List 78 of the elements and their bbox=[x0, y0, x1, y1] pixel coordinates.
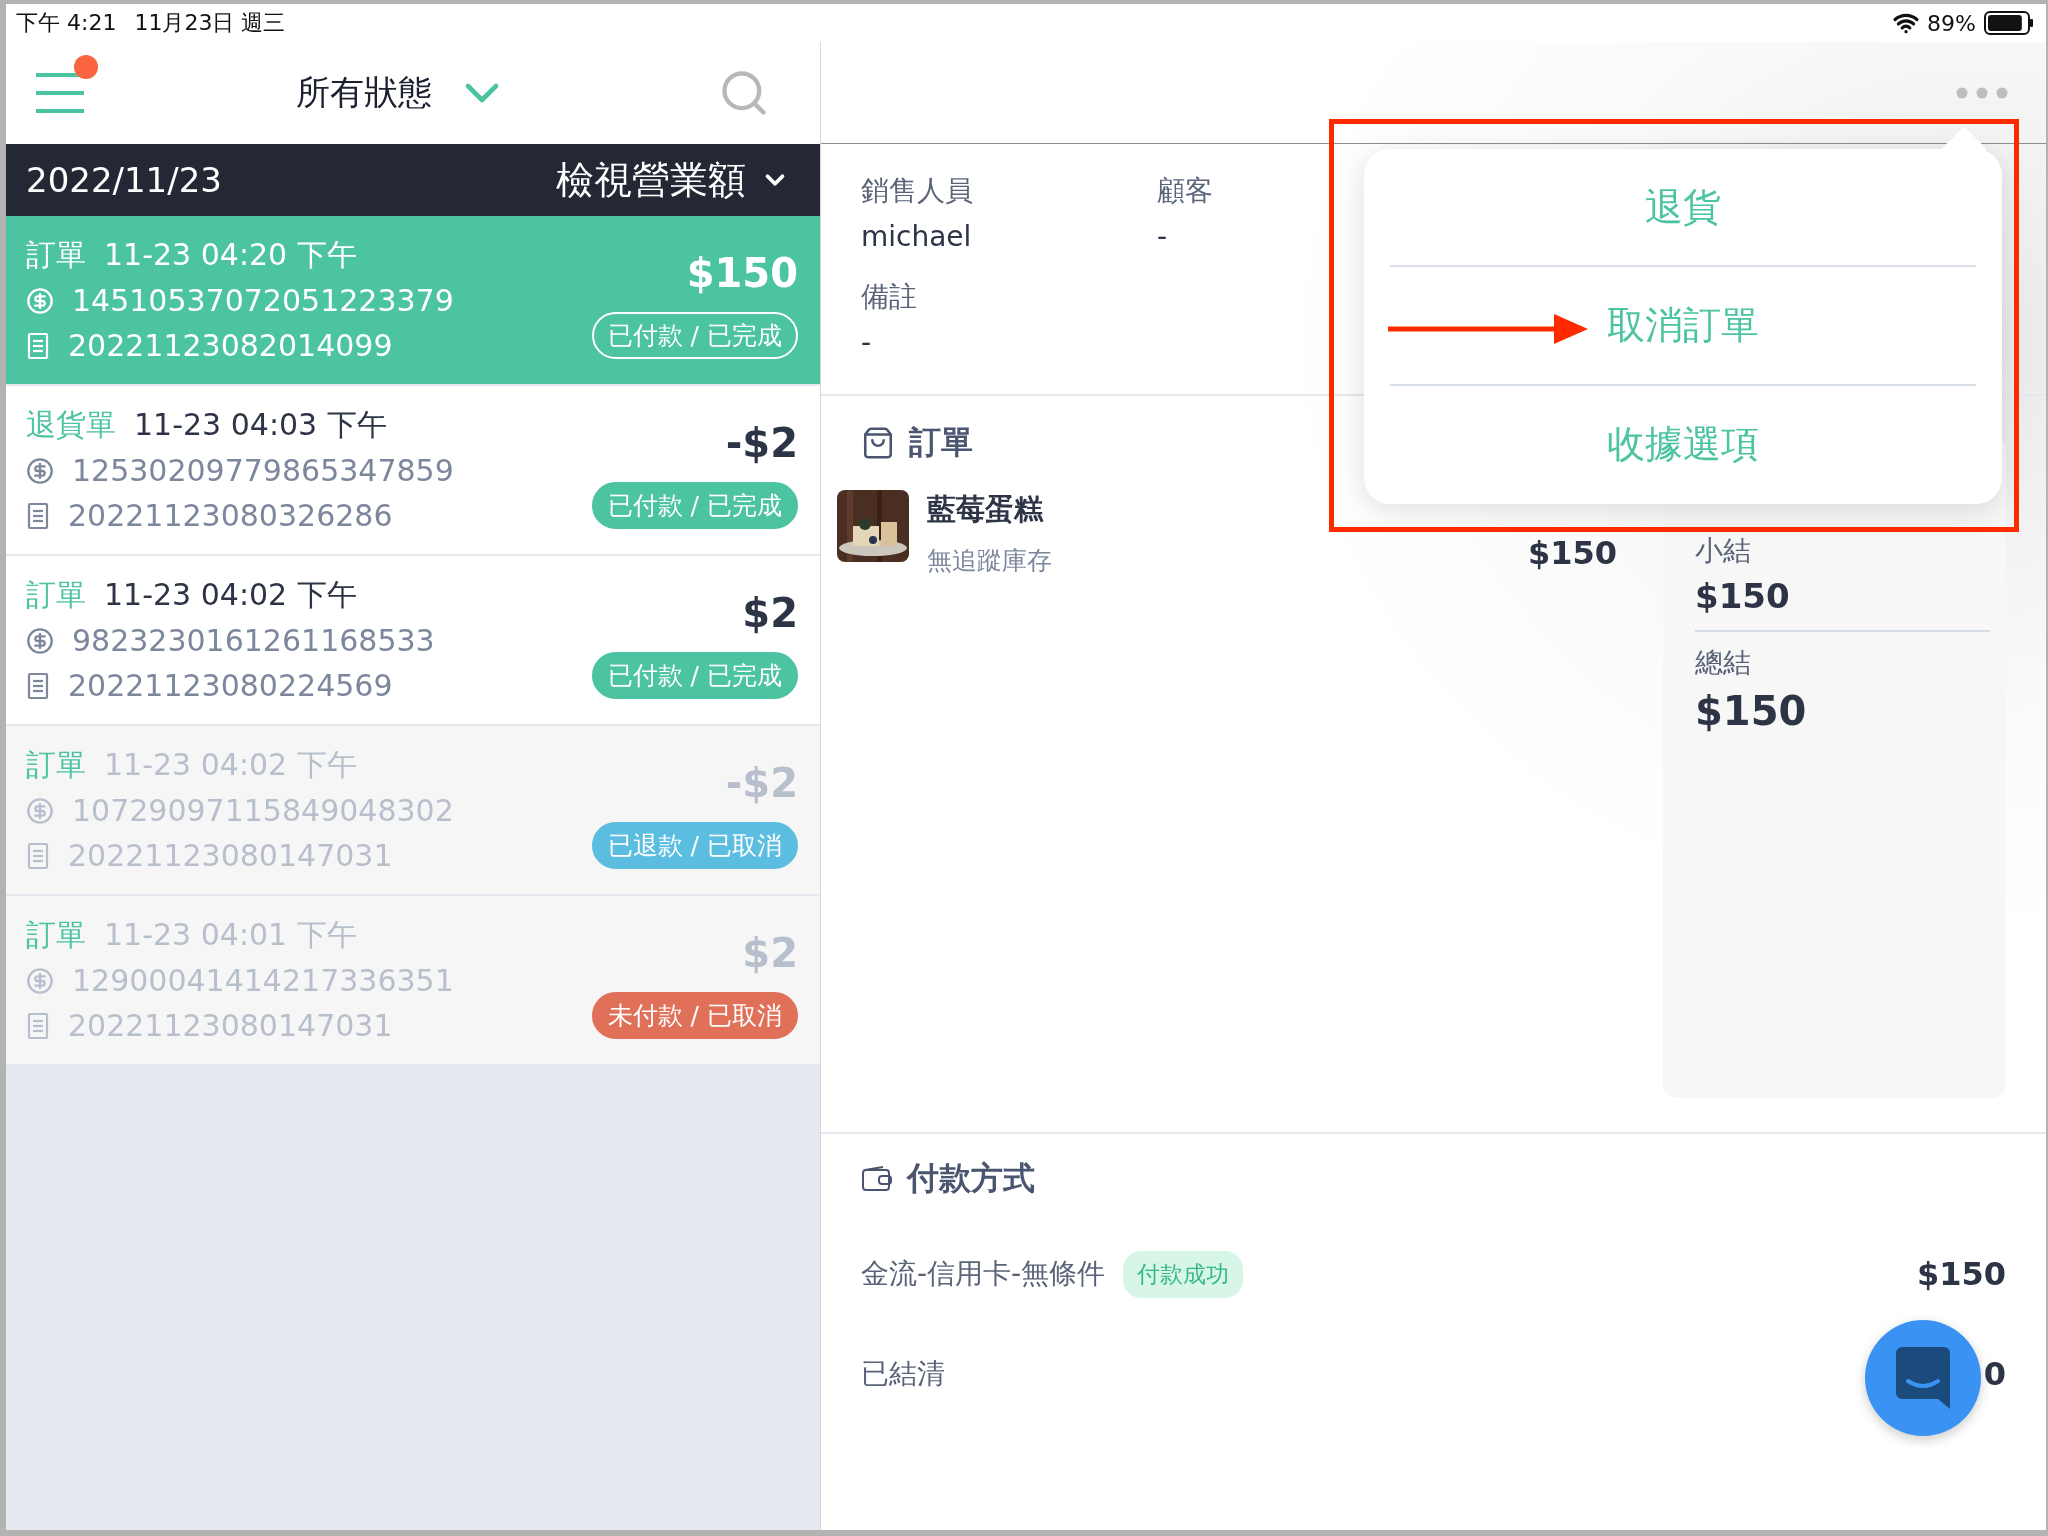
payment-status-badge: 付款成功 bbox=[1123, 1250, 1244, 1298]
settled-label: 已結清 bbox=[861, 1356, 945, 1392]
status-badge: 已付款 / 已完成 bbox=[591, 312, 798, 359]
wallet-icon bbox=[861, 1165, 893, 1193]
status-badge: 已付款 / 已完成 bbox=[591, 482, 798, 529]
item-price: $150 bbox=[1527, 534, 1617, 572]
receipt-icon bbox=[26, 1011, 50, 1040]
order-amount: $2 bbox=[742, 590, 798, 636]
order-number: 20221123080326286 bbox=[68, 498, 393, 533]
receipt-icon bbox=[26, 331, 50, 360]
item-name: 藍莓蛋糕 bbox=[927, 491, 1045, 528]
order-amount: -$2 bbox=[725, 420, 798, 466]
summary-value: $150 bbox=[1695, 688, 1808, 734]
status-time: 下午 4:21 bbox=[16, 9, 117, 37]
order-time: 11-23 04:02 下午 bbox=[104, 746, 357, 784]
receipt-icon bbox=[26, 501, 50, 530]
bag-icon bbox=[861, 426, 895, 460]
order-time: 11-23 04:01 下午 bbox=[104, 916, 357, 954]
settled-amount: 0 bbox=[1983, 1355, 2006, 1393]
payment-amount: $150 bbox=[1916, 1255, 2006, 1293]
dollar-icon bbox=[26, 966, 54, 995]
payment-method: 金流-信用卡-無條件 bbox=[861, 1256, 1106, 1292]
order-type: 訂單 bbox=[26, 236, 86, 274]
order-type: 退貨單 bbox=[26, 406, 116, 444]
order-row[interactable]: 訂單 11-23 04:20 下午 14510537072051223379 20221123082014099 $150 已付款 / 已完成 bbox=[6, 216, 820, 386]
order-amount: $2 bbox=[742, 930, 798, 976]
status-badge: 未付款 / 已取消 bbox=[591, 992, 798, 1039]
field-value: michael bbox=[861, 220, 973, 253]
receipt-icon bbox=[26, 671, 50, 700]
section-title: 付款方式 bbox=[907, 1158, 1035, 1199]
field-value: - bbox=[861, 326, 873, 359]
summary-label: 小結 bbox=[1695, 533, 1752, 569]
order-number: 20221123080224569 bbox=[68, 668, 393, 703]
chat-button[interactable] bbox=[1865, 1320, 1981, 1436]
dollar-icon bbox=[26, 286, 54, 315]
order-row[interactable]: 訂單 11-23 04:02 下午 10729097115849048302 20221123080147031 -$2 已退款 / 已取消 bbox=[6, 726, 820, 896]
view-revenue-button[interactable]: 檢視營業額 bbox=[556, 154, 790, 206]
menu-item[interactable]: 退貨 bbox=[1390, 149, 1976, 268]
dollar-icon bbox=[26, 626, 54, 655]
order-number: 20221123080147031 bbox=[68, 1008, 393, 1043]
status-badge: 已付款 / 已完成 bbox=[591, 652, 798, 699]
order-type: 訂單 bbox=[26, 916, 86, 954]
receipt-icon bbox=[26, 841, 50, 870]
transaction-id: 9823230161261168533 bbox=[72, 623, 435, 658]
order-time: 11-23 04:02 下午 bbox=[104, 576, 357, 614]
order-row[interactable]: 訂單 11-23 04:02 下午 9823230161261168533 20221123080224569 $2 已付款 / 已完成 bbox=[6, 556, 820, 726]
field-label: 備註 bbox=[861, 279, 918, 315]
order-amount: -$2 bbox=[725, 760, 798, 806]
summary-value: $150 bbox=[1695, 576, 1791, 616]
battery-icon bbox=[1984, 11, 2034, 35]
item-note: 無追蹤庫存 bbox=[927, 545, 1053, 577]
order-row[interactable]: 訂單 11-23 04:01 下午 12900041414217336351 20221123080147031 $2 未付款 / 已取消 bbox=[6, 896, 820, 1066]
status-date: 11月23日 週三 bbox=[134, 9, 286, 37]
order-amount: $150 bbox=[686, 250, 798, 296]
order-type: 訂單 bbox=[26, 576, 86, 614]
status-filter[interactable]: 所有狀態 bbox=[296, 65, 510, 121]
transaction-id: 10729097115849048302 bbox=[72, 793, 454, 828]
status-badge: 已退款 / 已取消 bbox=[591, 822, 798, 869]
field-value: - bbox=[1157, 220, 1169, 253]
transaction-id: 14510537072051223379 bbox=[72, 283, 454, 318]
order-time: 11-23 04:20 下午 bbox=[104, 236, 357, 274]
battery-percent: 89% bbox=[1927, 10, 1976, 36]
section-title: 訂單 bbox=[909, 422, 973, 463]
summary-label: 總結 bbox=[1695, 645, 1752, 681]
transaction-id: 12530209779865347859 bbox=[72, 453, 454, 488]
field-label: 銷售人員 bbox=[861, 173, 974, 209]
dollar-icon bbox=[26, 796, 54, 825]
chat-icon bbox=[1896, 1347, 1950, 1409]
date-label: 2022/11/23 bbox=[26, 160, 222, 200]
field-label: 顧客 bbox=[1157, 173, 1214, 209]
transaction-id: 12900041414217336351 bbox=[72, 963, 454, 998]
order-number: 20221123080147031 bbox=[68, 838, 393, 873]
order-number: 20221123082014099 bbox=[68, 328, 393, 363]
order-time: 11-23 04:03 下午 bbox=[134, 406, 387, 444]
order-type: 訂單 bbox=[26, 746, 86, 784]
order-row[interactable]: 退貨單 11-23 04:03 下午 12530209779865347859 20221123080326286 -$2 已付款 / 已完成 bbox=[6, 386, 820, 556]
dollar-icon bbox=[26, 456, 54, 485]
more-icon[interactable] bbox=[1956, 86, 2008, 99]
